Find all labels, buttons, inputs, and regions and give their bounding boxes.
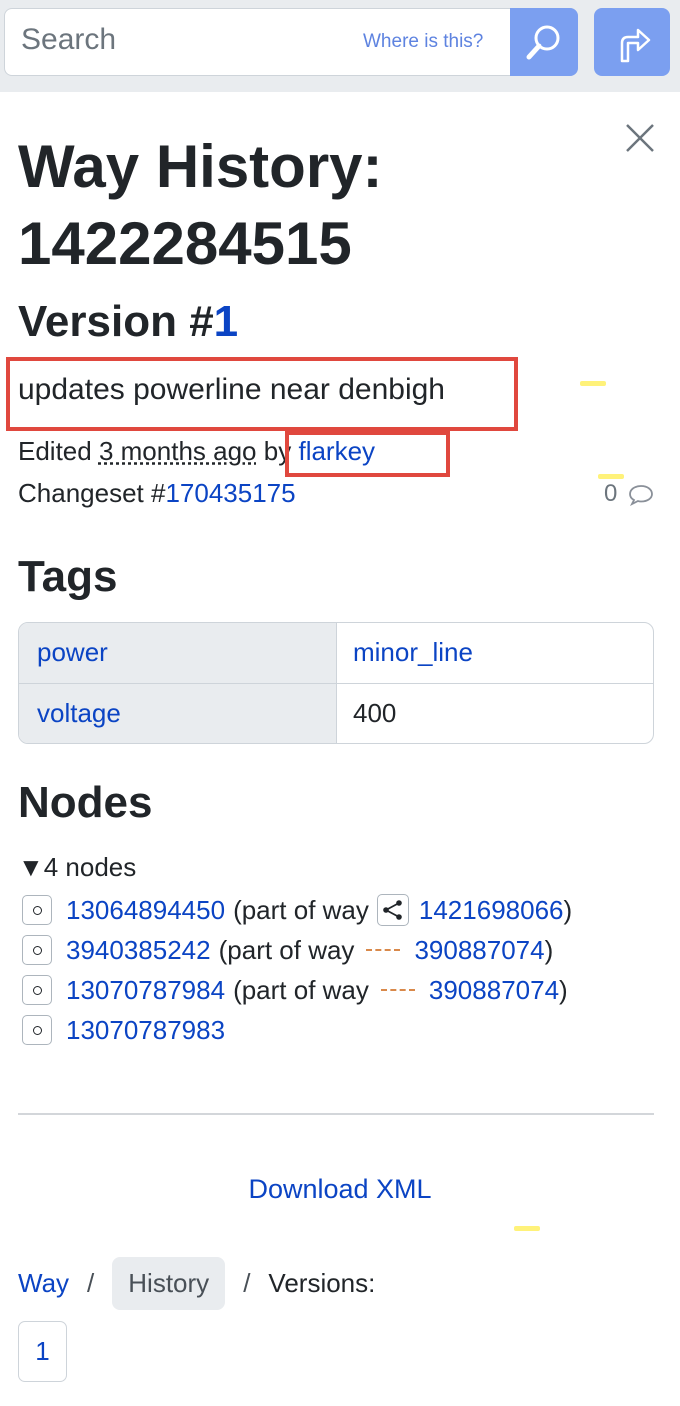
nodes-summary-toggle[interactable]: ▼4 nodes bbox=[18, 852, 136, 883]
node-list: 13064894450 (part of way 1421698066) 394… bbox=[22, 890, 662, 1050]
tag-key: power bbox=[19, 623, 337, 683]
list-item: 13070787984 (part of way 390887074) bbox=[22, 970, 662, 1010]
node-icon bbox=[22, 1015, 52, 1045]
part-of-way-label: (part of way bbox=[233, 974, 369, 1005]
list-item: 13070787983 bbox=[22, 1010, 662, 1050]
node-icon bbox=[22, 895, 52, 925]
way-link[interactable]: 390887074 bbox=[429, 975, 559, 1006]
closing-paren: ) bbox=[563, 894, 573, 925]
highlight-box-user bbox=[285, 431, 450, 477]
where-is-this-link[interactable]: Where is this? bbox=[363, 31, 483, 53]
divider bbox=[18, 1113, 654, 1115]
dashed-line-icon bbox=[366, 949, 401, 951]
node-icon bbox=[22, 935, 52, 965]
comment-count: 0 bbox=[604, 480, 653, 508]
changeset-link[interactable]: 170435175 bbox=[165, 478, 295, 508]
search-input[interactable]: Search bbox=[21, 23, 116, 57]
breadcrumb-history: History bbox=[112, 1256, 226, 1310]
version-1-button[interactable]: 1 bbox=[18, 1321, 67, 1382]
tag-value: 400 bbox=[353, 698, 397, 728]
breadcrumb-separator: / bbox=[243, 1267, 251, 1298]
version-heading: Version #1 bbox=[18, 297, 238, 347]
edited-time: 3 months ago bbox=[98, 436, 257, 466]
tag-key: voltage bbox=[19, 684, 337, 743]
list-item: 13064894450 (part of way 1421698066) bbox=[22, 890, 662, 930]
tags-heading: Tags bbox=[18, 552, 118, 601]
tag-row: power minor_line bbox=[19, 623, 653, 683]
node-link[interactable]: 13070787983 bbox=[66, 1015, 225, 1046]
edited-prefix: Edited bbox=[18, 436, 92, 466]
tags-table: power minor_line voltage 400 bbox=[18, 622, 654, 744]
version-number-link[interactable]: 1 bbox=[214, 297, 238, 346]
part-of-way-label: (part of way bbox=[233, 894, 369, 925]
breadcrumb-separator: / bbox=[87, 1267, 95, 1298]
search-bar: Search Where is this? bbox=[0, 0, 680, 92]
tag-key-link[interactable]: power bbox=[37, 637, 108, 667]
tag-row: voltage 400 bbox=[19, 683, 653, 743]
node-link[interactable]: 13064894450 bbox=[66, 895, 225, 926]
page-title: Way History: 1422284515 bbox=[18, 128, 578, 282]
nodes-heading: Nodes bbox=[18, 778, 153, 827]
closing-paren: ) bbox=[544, 934, 554, 965]
versions-label: Versions: bbox=[268, 1267, 376, 1298]
tag-key-link[interactable]: voltage bbox=[37, 698, 121, 728]
search-field[interactable]: Search Where is this? bbox=[4, 8, 578, 76]
tag-value-link[interactable]: minor_line bbox=[353, 637, 473, 667]
closing-paren: ) bbox=[559, 974, 568, 1005]
breadcrumb-way-link[interactable]: Way bbox=[18, 1268, 69, 1299]
title-line-2: 1422284515 bbox=[18, 210, 352, 277]
directions-icon bbox=[620, 28, 651, 63]
highlight-mark bbox=[598, 474, 624, 479]
highlight-mark bbox=[514, 1226, 540, 1231]
dashed-line-icon bbox=[380, 989, 415, 991]
close-icon[interactable] bbox=[624, 122, 656, 154]
directions-button[interactable] bbox=[594, 8, 670, 76]
title-line-1: Way History: bbox=[18, 133, 383, 200]
changeset-label: Changeset # bbox=[18, 478, 166, 508]
download-xml-link[interactable]: Download XML bbox=[0, 1174, 680, 1205]
highlight-mark bbox=[580, 381, 606, 386]
node-icon bbox=[22, 975, 52, 1005]
way-link[interactable]: 1421698066 bbox=[419, 895, 564, 926]
list-item: 3940385242 (part of way 390887074) bbox=[22, 930, 662, 970]
nodes-summary-label: 4 nodes bbox=[43, 852, 137, 882]
changeset-info: Changeset #170435175 bbox=[18, 478, 296, 509]
highlight-box-comment bbox=[6, 357, 518, 431]
speech-bubble-icon bbox=[629, 485, 653, 506]
search-button[interactable] bbox=[510, 8, 578, 76]
node-link[interactable]: 13070787984 bbox=[66, 975, 225, 1006]
comment-count-value: 0 bbox=[604, 480, 618, 507]
way-link[interactable]: 390887074 bbox=[414, 935, 544, 966]
version-label: Version # bbox=[18, 297, 214, 346]
part-of-way-label: (part of way bbox=[218, 934, 355, 965]
share-way-icon bbox=[376, 894, 409, 926]
node-link[interactable]: 3940385242 bbox=[66, 935, 211, 966]
breadcrumb: Way / History / Versions: bbox=[18, 1256, 376, 1310]
tag-value: minor_line bbox=[337, 623, 653, 683]
magnifier-icon bbox=[526, 25, 560, 60]
